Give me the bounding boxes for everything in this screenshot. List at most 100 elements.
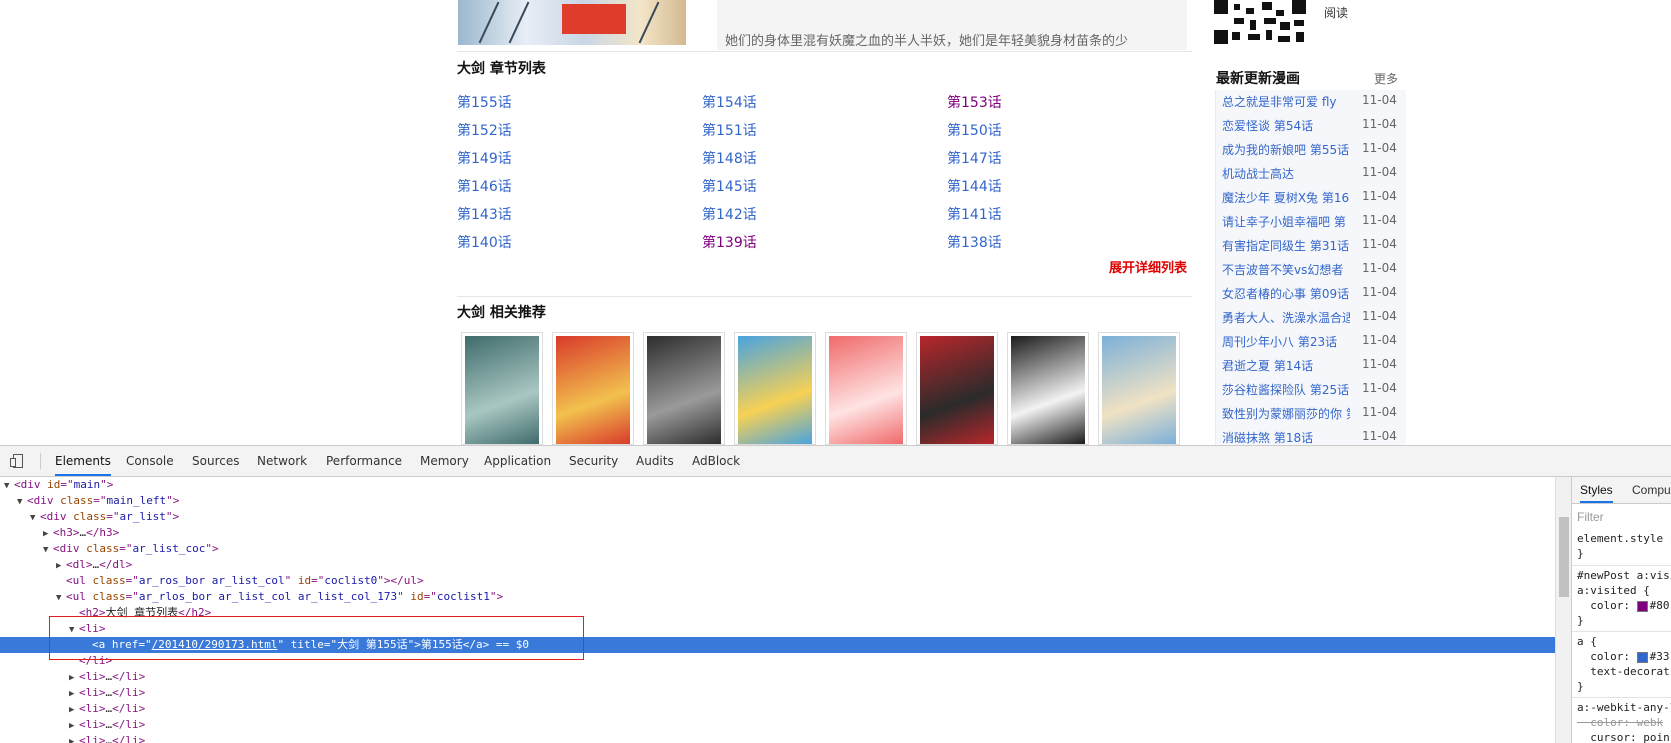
tab-styles[interactable]: Styles (1580, 483, 1613, 503)
color-swatch-icon[interactable] (1636, 651, 1648, 663)
dom-tree-line[interactable]: ▼ <div class="main_left"> (0, 493, 1555, 509)
related-manga-thumbnail[interactable] (825, 332, 907, 445)
related-manga-thumbnail[interactable] (1098, 332, 1180, 445)
latest-update-item[interactable]: 魔法少年 夏树X兔 第16 11-04 (1222, 186, 1404, 206)
dom-tree-line[interactable]: ▼ <div id="main"> (0, 477, 1555, 493)
latest-update-title[interactable]: 魔法少年 夏树X兔 第16 (1222, 189, 1350, 206)
sidebar-more-link[interactable]: 更多 (1374, 70, 1398, 87)
related-manga-thumbnail[interactable] (461, 332, 543, 445)
chapter-link[interactable]: 第143话 (457, 204, 512, 224)
style-rule-line[interactable]: a:visited { (1577, 584, 1650, 597)
chapter-link[interactable]: 第138话 (947, 232, 1002, 252)
latest-update-item[interactable]: 有害指定同级生 第31话 11-04 (1222, 234, 1404, 254)
related-manga-thumbnail[interactable] (552, 332, 634, 445)
related-manga-thumbnail[interactable] (916, 332, 998, 445)
devtools-tab-performance[interactable]: Performance (326, 446, 402, 476)
latest-update-title[interactable]: 成为我的新娘吧 第55话 (1222, 141, 1350, 158)
dom-tree-line[interactable]: ▼ <div class="ar_list"> (0, 509, 1555, 525)
style-rule-line[interactable]: a { (1577, 635, 1597, 648)
latest-update-title[interactable]: 机动战士高达 (1222, 165, 1350, 182)
collapse-triangle-icon[interactable]: ▼ (4, 478, 14, 494)
chapter-link[interactable]: 第144话 (947, 176, 1002, 196)
latest-update-item[interactable]: 请让幸子小姐幸福吧 第 11-04 (1222, 210, 1404, 230)
latest-update-title[interactable]: 消磁抹煞 第18话 (1222, 429, 1350, 445)
chapter-link[interactable]: 第141话 (947, 204, 1002, 224)
dom-tree-line[interactable]: <h2>大剑 章节列表</h2> (0, 605, 1555, 621)
dom-tree-line[interactable]: ▶ <li>…</li> (0, 669, 1555, 685)
style-rule-line[interactable]: } (1577, 614, 1584, 627)
manga-cover-image[interactable] (458, 0, 686, 45)
latest-update-title[interactable]: 总之就是非常可爱 fly (1222, 93, 1350, 110)
chapter-link[interactable]: 第142话 (702, 204, 757, 224)
latest-update-item[interactable]: 莎谷粒酱探险队 第25话 11-04 (1222, 378, 1404, 398)
scrollbar-thumb[interactable] (1559, 517, 1569, 597)
latest-update-title[interactable]: 有害指定同级生 第31话 (1222, 237, 1350, 254)
device-toolbar-icon[interactable] (10, 454, 24, 468)
latest-update-title[interactable]: 君逝之夏 第14话 (1222, 357, 1350, 374)
latest-update-item[interactable]: 女忍者椿的心事 第09话 11-04 (1222, 282, 1404, 302)
dom-tree-line[interactable]: ▶ <li>…</li> (0, 717, 1555, 733)
chapter-link[interactable]: 第140话 (457, 232, 512, 252)
expand-triangle-icon[interactable]: ▶ (69, 670, 79, 686)
dom-tree-line[interactable]: ▶ <dl>…</dl> (0, 557, 1555, 573)
related-manga-thumbnail[interactable] (643, 332, 725, 445)
chapter-link[interactable]: 第150话 (947, 120, 1002, 140)
latest-update-item[interactable]: 成为我的新娘吧 第55话 11-04 (1222, 138, 1404, 158)
latest-update-item[interactable]: 总之就是非常可爱 fly 11-04 (1222, 90, 1404, 110)
devtools-tab-sources[interactable]: Sources (192, 446, 239, 476)
style-rule-line[interactable]: color: #80 (1577, 599, 1669, 612)
tab-computed[interactable]: Comput (1632, 483, 1671, 497)
latest-update-item[interactable]: 周刊少年小八 第23话 11-04 (1222, 330, 1404, 350)
dom-tree-line[interactable]: ▼ <li> (0, 621, 1555, 637)
selected-dom-node[interactable]: <a href="/201410/290173.html" title="大剑 … (0, 637, 1555, 653)
expand-triangle-icon[interactable]: ▶ (69, 702, 79, 718)
collapse-triangle-icon[interactable]: ▼ (30, 510, 40, 526)
color-swatch-icon[interactable] (1636, 600, 1648, 612)
latest-update-item[interactable]: 消磁抹煞 第18话 11-04 (1222, 426, 1404, 445)
style-rule-line[interactable]: #newPost a:visi (1577, 569, 1671, 582)
chapter-link[interactable]: 第149话 (457, 148, 512, 168)
dom-tree-line[interactable]: </li> (0, 653, 1555, 669)
devtools-tab-application[interactable]: Application (484, 446, 551, 476)
style-rule-line[interactable]: color: webk (1577, 716, 1663, 729)
styles-filter-input[interactable]: Filter (1577, 510, 1604, 524)
devtools-tab-adblock[interactable]: AdBlock (692, 446, 740, 476)
latest-update-item[interactable]: 君逝之夏 第14话 11-04 (1222, 354, 1404, 374)
style-rule-line[interactable]: color: #33 (1577, 650, 1669, 663)
dom-tree-line[interactable]: ▼ <div class="ar_list_coc"> (0, 541, 1555, 557)
devtools-tab-network[interactable]: Network (257, 446, 307, 476)
related-manga-thumbnail[interactable] (734, 332, 816, 445)
dom-tree-line[interactable]: ▼ <ul class="ar_rlos_bor ar_list_col ar_l… (0, 589, 1555, 605)
devtools-tab-security[interactable]: Security (569, 446, 618, 476)
latest-update-title[interactable]: 莎谷粒酱探险队 第25话 (1222, 381, 1350, 398)
chapter-link[interactable]: 第154话 (702, 92, 757, 112)
style-rule-line[interactable]: a:-webkit-any-l (1577, 701, 1671, 714)
collapse-triangle-icon[interactable]: ▼ (69, 622, 79, 638)
latest-update-item[interactable]: 不吉波普不笑vs幻想者 11-04 (1222, 258, 1404, 278)
latest-update-title[interactable]: 恋爱怪谈 第54话 (1222, 117, 1350, 134)
expand-triangle-icon[interactable]: ▶ (56, 558, 66, 574)
chapter-link[interactable]: 第147话 (947, 148, 1002, 168)
chapter-link[interactable]: 第153话 (947, 92, 1002, 112)
related-manga-thumbnail[interactable] (1007, 332, 1089, 445)
chapter-link[interactable]: 第139话 (702, 232, 757, 252)
dom-tree-line[interactable]: <ul class="ar_ros_bor ar_list_col" id="c… (0, 573, 1555, 589)
latest-update-title[interactable]: 女忍者椿的心事 第09话 (1222, 285, 1350, 302)
style-rule-line[interactable]: element.style { (1577, 532, 1671, 545)
expand-chapter-list-link[interactable]: 展开详细列表 (1109, 257, 1187, 276)
latest-update-item[interactable]: 勇者大人、洗澡水温合适 11-04 (1222, 306, 1404, 326)
devtools-tab-audits[interactable]: Audits (636, 446, 674, 476)
chapter-link[interactable]: 第151话 (702, 120, 757, 140)
collapse-triangle-icon[interactable]: ▼ (17, 494, 27, 510)
style-rule-line[interactable]: } (1577, 680, 1584, 693)
latest-update-title[interactable]: 致性别为蒙娜丽莎的你 第 (1222, 405, 1350, 422)
chapter-link[interactable]: 第148话 (702, 148, 757, 168)
dom-tree-line[interactable]: ▶ <li>…</li> (0, 685, 1555, 701)
latest-update-title[interactable]: 周刊少年小八 第23话 (1222, 333, 1350, 350)
chapter-link[interactable]: 第146话 (457, 176, 512, 196)
elements-dom-tree[interactable]: ▼ <div id="main"> ▼ <div class="main_left">… (0, 477, 1555, 743)
latest-update-item[interactable]: 恋爱怪谈 第54话 11-04 (1222, 114, 1404, 134)
latest-update-title[interactable]: 请让幸子小姐幸福吧 第 (1222, 213, 1350, 230)
latest-update-title[interactable]: 不吉波普不笑vs幻想者 (1222, 261, 1350, 278)
style-rule-line[interactable]: } (1577, 547, 1584, 560)
